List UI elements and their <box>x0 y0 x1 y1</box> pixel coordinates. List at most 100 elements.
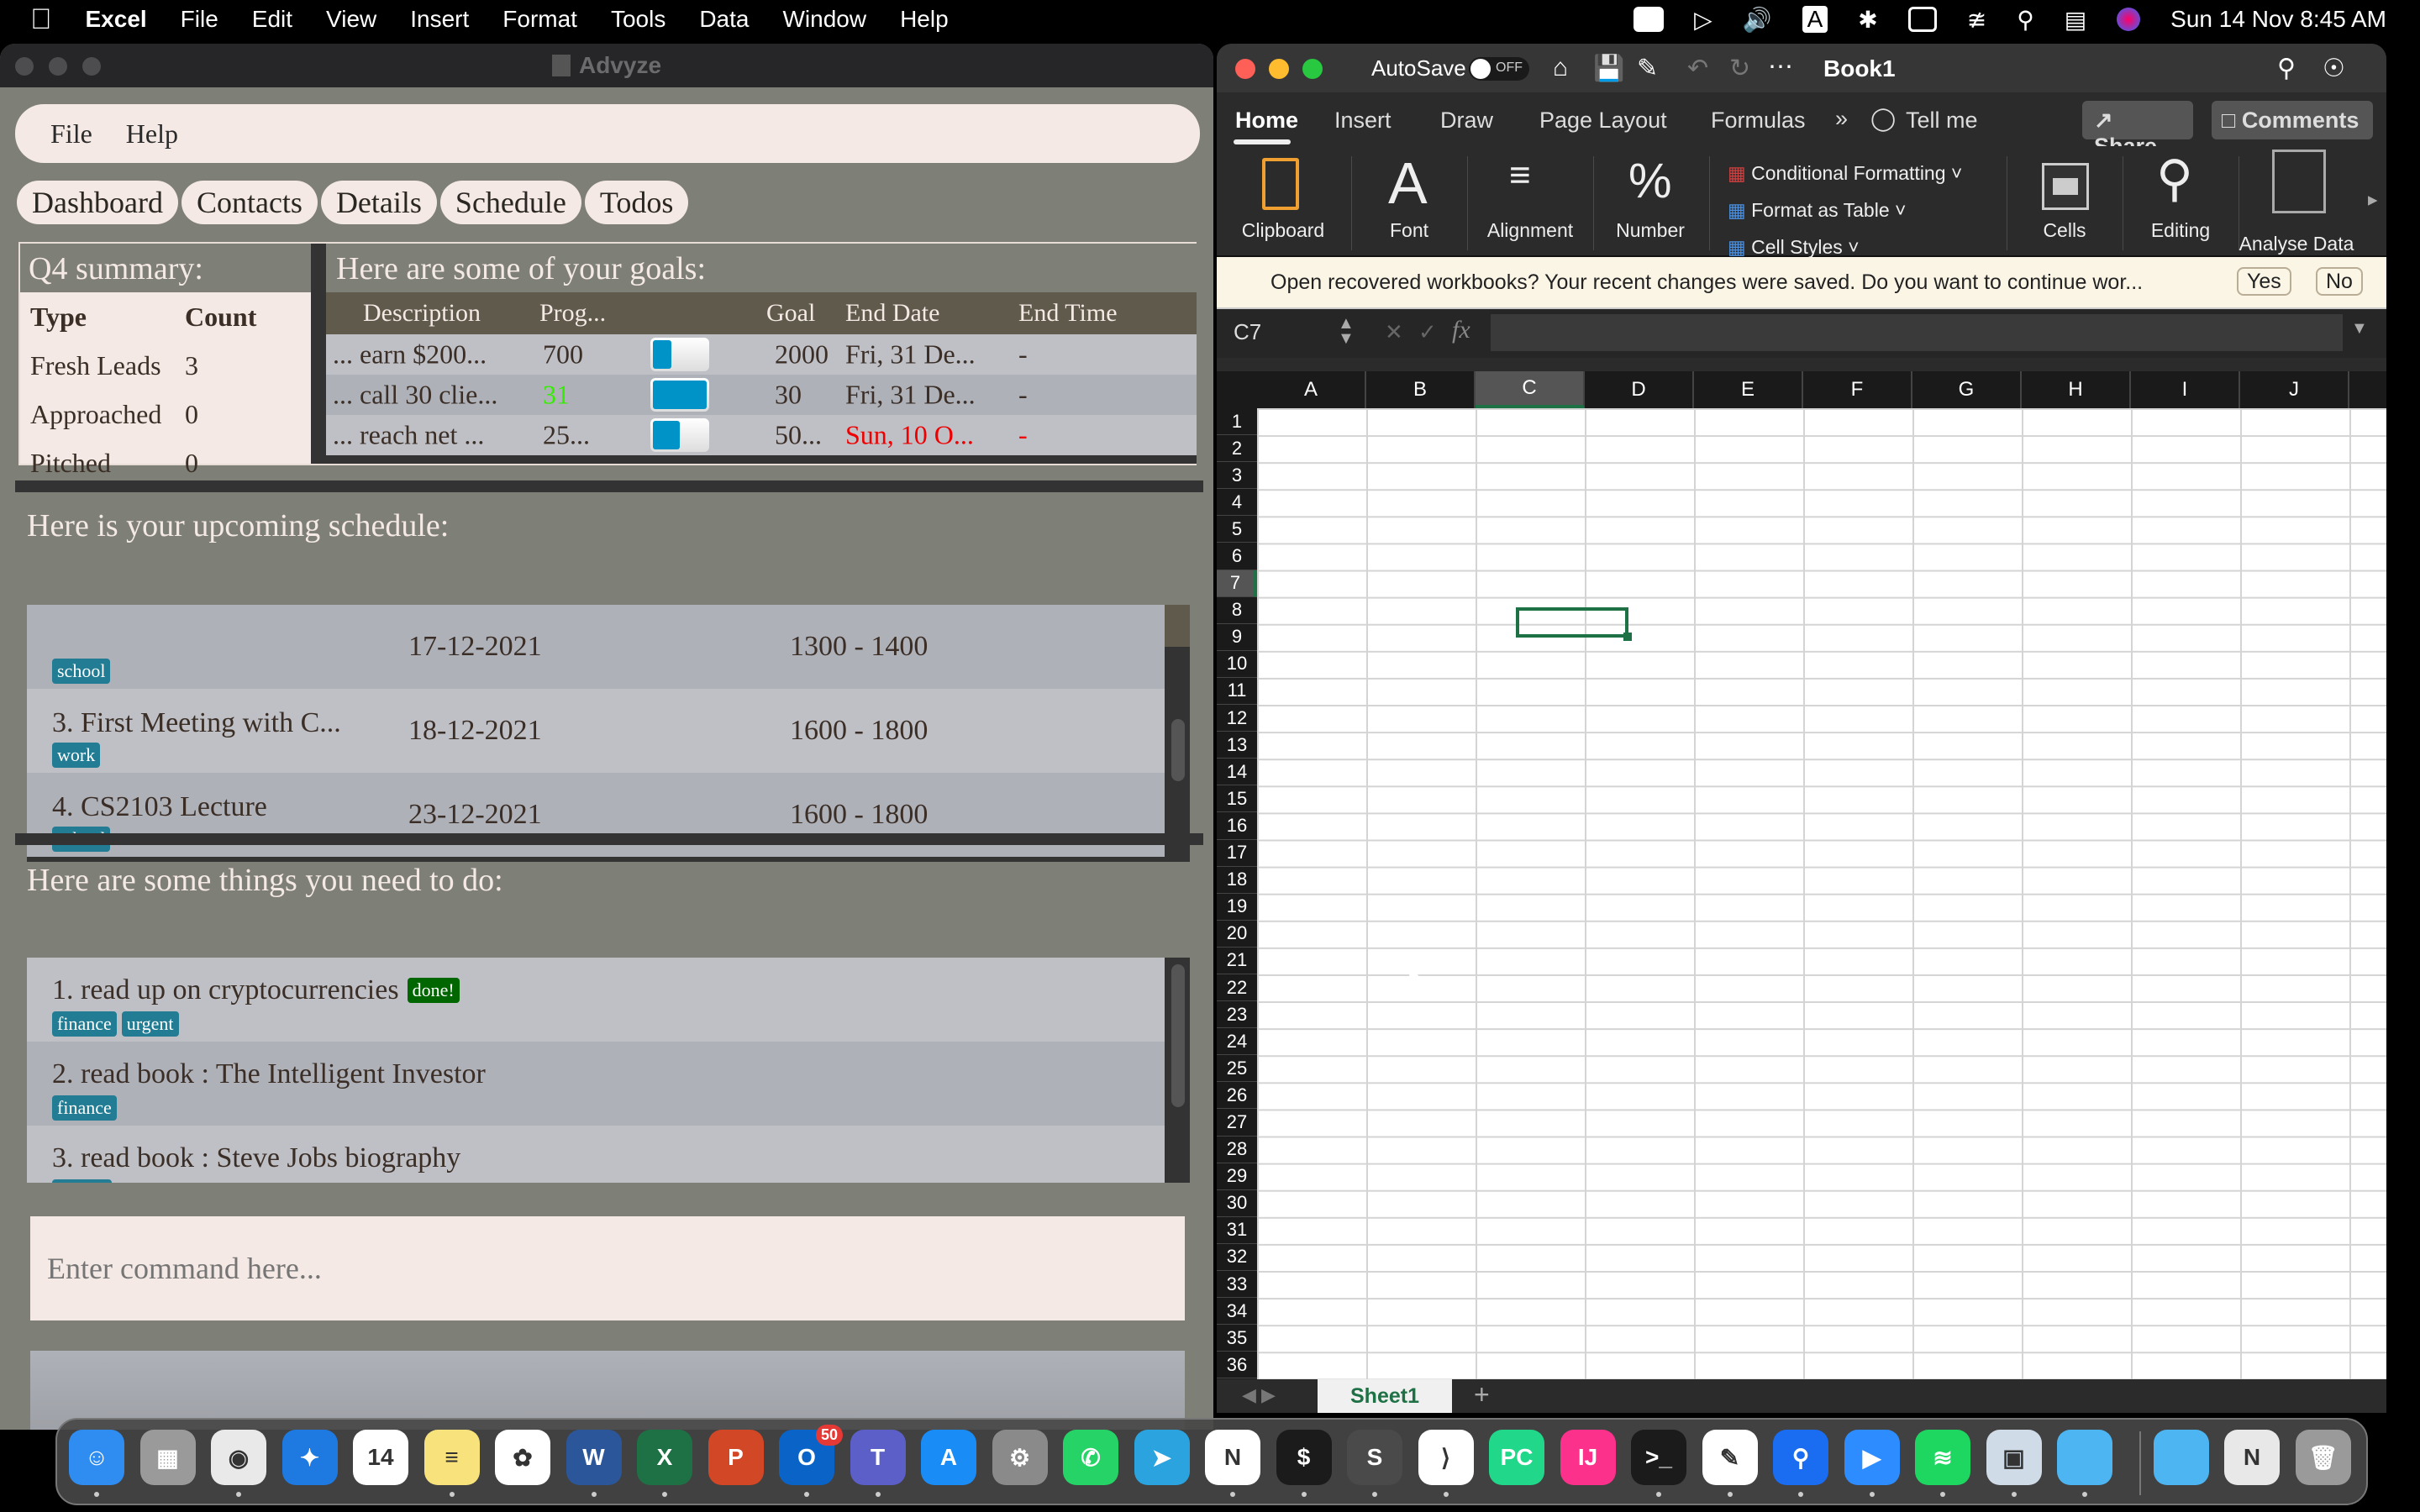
sheet-nav-arrows-icon[interactable]: ◀ ▶ <box>1242 1384 1276 1406</box>
row-header[interactable]: 13 <box>1217 732 1257 759</box>
goals-col-goal[interactable]: Goal <box>766 299 815 328</box>
save-as-icon[interactable]: ✎ <box>1637 54 1658 83</box>
ribbon-scroll-right-icon[interactable]: ▸ <box>2368 188 2378 211</box>
tab-todos[interactable]: Todos <box>584 181 689 224</box>
dock-calendar-icon[interactable]: 14 <box>353 1430 408 1485</box>
play-icon[interactable]: ▷ <box>1694 6 1712 34</box>
dock-textedit-icon[interactable]: ✎ <box>1702 1430 1758 1485</box>
tell-me-search[interactable]: Tell me <box>1906 108 1978 134</box>
dock-finder-icon[interactable]: ☺ <box>69 1430 124 1485</box>
dock-teams-icon[interactable]: T <box>850 1430 906 1485</box>
font-group[interactable]: A Font <box>1351 146 1467 257</box>
dock-photos-icon[interactable]: ✿ <box>495 1430 550 1485</box>
row-header[interactable]: 20 <box>1217 921 1257 948</box>
row-header[interactable]: 26 <box>1217 1082 1257 1110</box>
formula-input[interactable] <box>1491 314 2343 351</box>
ribbon-tab-draw[interactable]: Draw <box>1440 108 1493 134</box>
menu-help[interactable]: Help <box>900 6 949 33</box>
column-header[interactable]: A <box>1257 371 1366 408</box>
clipboard-group[interactable]: Clipboard <box>1225 146 1341 257</box>
comments-button[interactable]: □ Comments <box>2212 101 2373 139</box>
goals-col-end-date[interactable]: End Date <box>845 299 939 328</box>
dock-maps-icon[interactable]: ⚲ <box>1773 1430 1828 1485</box>
menu-format[interactable]: Format <box>502 6 577 33</box>
dock-intellij-idea-icon[interactable]: IJ <box>1560 1430 1616 1485</box>
siri-icon[interactable] <box>2117 8 2141 31</box>
row-header[interactable]: 33 <box>1217 1271 1257 1299</box>
zoom-button[interactable] <box>82 57 101 76</box>
column-header[interactable]: C <box>1476 371 1585 408</box>
column-header[interactable]: H <box>2022 371 2131 408</box>
row-header[interactable]: 31 <box>1217 1217 1257 1244</box>
row-header[interactable]: 9 <box>1217 624 1257 651</box>
todo-row[interactable]: 1. read up on cryptocurrencies done! finan… <box>27 958 1165 1042</box>
dock-spotify-icon[interactable]: ≋ <box>1915 1430 1970 1485</box>
row-header[interactable]: 10 <box>1217 651 1257 678</box>
dock-launchpad-icon[interactable]: ▦ <box>139 1430 196 1485</box>
dock-recent-document-icon[interactable]: N <box>2224 1430 2280 1485</box>
dock-safari-icon[interactable]: ✦ <box>281 1430 338 1485</box>
menu-edit[interactable]: Edit <box>252 6 292 33</box>
undo-icon[interactable]: ↶ <box>1687 54 1708 83</box>
close-button[interactable] <box>1235 59 1255 79</box>
row-header[interactable]: 35 <box>1217 1325 1257 1352</box>
ribbon-tab-insert[interactable]: Insert <box>1334 108 1392 134</box>
format-as-table-button[interactable]: ▦ Format as Table ˅ <box>1728 192 1962 228</box>
zoom-button[interactable] <box>1302 59 1323 79</box>
column-header[interactable]: I <box>2131 371 2240 408</box>
more-tabs-icon[interactable]: » <box>1835 106 1848 132</box>
tab-schedule[interactable]: Schedule <box>439 181 581 224</box>
row-header[interactable]: 3 <box>1217 462 1257 490</box>
row-header[interactable]: 23 <box>1217 1001 1257 1029</box>
notification-no-button[interactable]: No <box>2316 267 2363 296</box>
row-header[interactable]: 21 <box>1217 948 1257 974</box>
dock-iterm-icon[interactable]: $ <box>1276 1430 1332 1485</box>
menu-window[interactable]: Window <box>782 6 866 33</box>
name-box-stepper-icon[interactable]: ▲ ▼ <box>1338 315 1355 347</box>
row-header[interactable]: 24 <box>1217 1028 1257 1056</box>
ribbon-tab-home[interactable]: Home <box>1235 108 1298 134</box>
apple-menu-icon[interactable]:  <box>30 3 52 36</box>
tab-contacts[interactable]: Contacts <box>181 181 318 224</box>
row-header[interactable]: 6 <box>1217 543 1257 570</box>
dock-outlook-icon[interactable]: O 50 <box>779 1425 843 1485</box>
search-icon[interactable]: ⚲ <box>2277 54 2296 83</box>
cancel-icon[interactable]: ✕ <box>1385 319 1403 345</box>
dock-trash-icon[interactable]: 🗑 <box>2295 1430 2351 1485</box>
goals-col-description[interactable]: Description <box>363 299 481 328</box>
more-icon[interactable]: ⋯ <box>1768 52 1793 81</box>
goal-row[interactable]: ... earn $200... 700 2000 Fri, 31 De... - <box>326 334 1197 375</box>
row-header[interactable]: 32 <box>1217 1244 1257 1271</box>
spotlight-icon[interactable]: ⚲ <box>2017 6 2034 34</box>
menu-data[interactable]: Data <box>699 6 749 33</box>
selected-cell-c7[interactable] <box>1516 607 1632 641</box>
row-header[interactable]: 27 <box>1217 1109 1257 1137</box>
dock-downloads-folder-icon[interactable] <box>2153 1430 2209 1485</box>
dock-whatsapp-icon[interactable]: ✆ <box>1063 1430 1118 1485</box>
divider[interactable] <box>15 833 1203 845</box>
row-header[interactable]: 22 <box>1217 974 1257 1002</box>
clock[interactable]: Sun 14 Nov 8:45 AM <box>2170 6 2386 33</box>
row-header[interactable]: 5 <box>1217 516 1257 543</box>
wifi-icon[interactable]: ≇ <box>1967 6 1986 34</box>
menu-view[interactable]: View <box>326 6 376 33</box>
facetime-icon[interactable] <box>1634 7 1665 32</box>
dock-telegram-icon[interactable]: ➤ <box>1134 1430 1190 1485</box>
row-header[interactable]: 25 <box>1217 1055 1257 1083</box>
advyze-menu-file[interactable]: File <box>50 118 92 150</box>
sheet-tab-sheet1[interactable]: Sheet1 <box>1318 1379 1452 1413</box>
enter-icon[interactable]: ✓ <box>1418 319 1437 345</box>
todos-scrollbar[interactable] <box>1171 964 1185 1107</box>
dock-vs-code-icon[interactable]: ⟩ <box>1418 1430 1474 1485</box>
row-header[interactable]: 34 <box>1217 1298 1257 1326</box>
row-header[interactable]: 15 <box>1217 785 1257 813</box>
goal-row[interactable]: ... reach net ... 25... 50... Sun, 10 O... - <box>326 415 1197 455</box>
dock-preview-icon[interactable]: ▣ <box>1986 1430 2042 1485</box>
dock-chrome-icon[interactable]: ◉ <box>211 1430 266 1485</box>
dock-notes-icon[interactable]: ≡ <box>424 1430 480 1485</box>
row-header[interactable]: 11 <box>1217 678 1257 706</box>
schedule-row[interactable]: 17-12-2021 1300 - 1400 school <box>27 605 1165 689</box>
row-header[interactable]: 16 <box>1217 812 1257 840</box>
row-header[interactable]: 1 <box>1217 408 1257 436</box>
dock-system-preferences-icon[interactable]: ⚙ <box>992 1430 1048 1485</box>
